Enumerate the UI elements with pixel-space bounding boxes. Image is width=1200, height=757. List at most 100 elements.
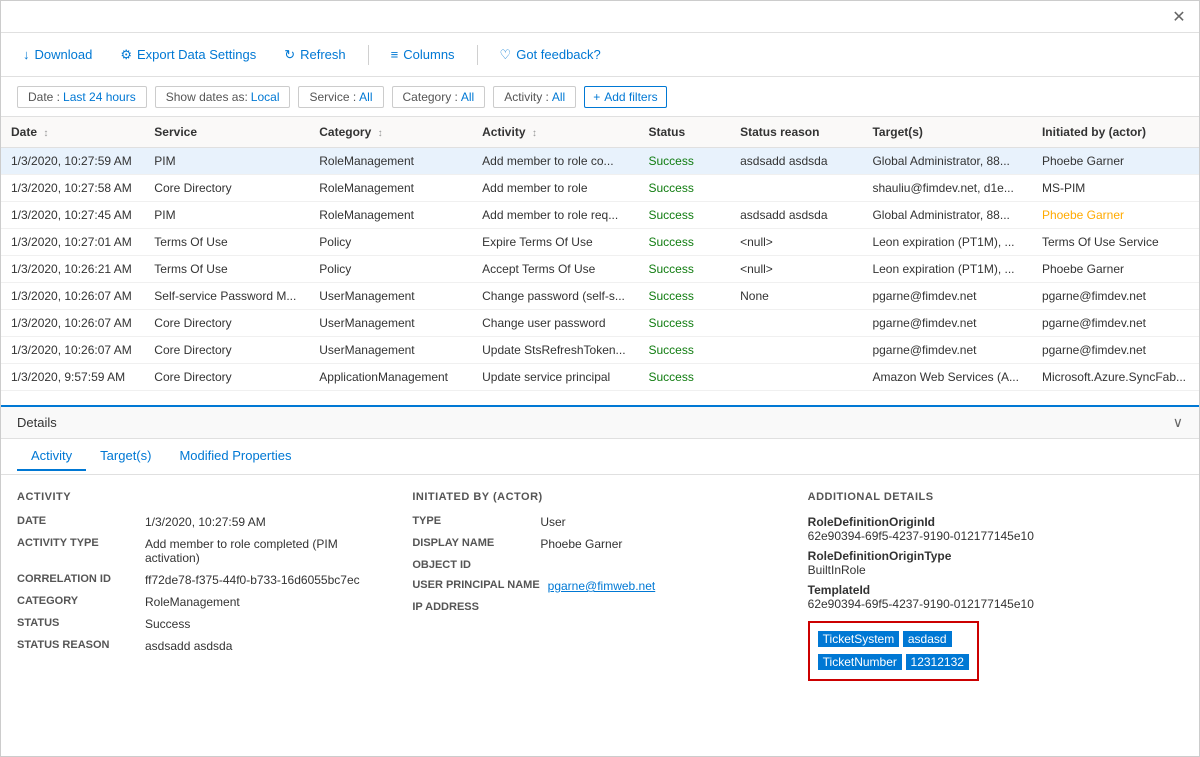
cell-date: 1/3/2020, 10:27:01 AM [1, 229, 144, 256]
col-header-service[interactable]: Service [144, 117, 309, 148]
cell-service: Terms Of Use [144, 256, 309, 283]
tab-activity[interactable]: Activity [17, 442, 86, 471]
cell-status: Success [639, 202, 731, 229]
close-button[interactable]: ✕ [1167, 5, 1191, 29]
tab-targets[interactable]: Target(s) [86, 442, 165, 471]
show-dates-filter[interactable]: Show dates as: Local [155, 86, 291, 108]
additional-section-title: ADDITIONAL DETAILS [808, 491, 1183, 503]
ticket-system-block: TicketSystem asdasd [818, 631, 969, 648]
activity-filter-value: All [552, 90, 565, 104]
table-row[interactable]: 1/3/2020, 10:27:58 AMCore DirectoryRoleM… [1, 175, 1199, 202]
table-row[interactable]: 1/3/2020, 10:27:01 AMTerms Of UsePolicyE… [1, 229, 1199, 256]
columns-label: Columns [403, 47, 454, 62]
cell-date: 1/3/2020, 10:27:59 AM [1, 148, 144, 175]
cell-status-reason: None [730, 283, 862, 310]
table-header-row: Date ↕ Service Category ↕ Activity ↕ [1, 117, 1199, 148]
col-header-category[interactable]: Category ↕ [309, 117, 472, 148]
feedback-button[interactable]: ♡ Got feedback? [494, 43, 607, 67]
cell-activity: Change user password [472, 310, 638, 337]
table-row[interactable]: 1/3/2020, 10:27:45 AMPIMRoleManagementAd… [1, 202, 1199, 229]
cell-date: 1/3/2020, 10:27:58 AM [1, 175, 144, 202]
tab-modified-properties[interactable]: Modified Properties [165, 442, 305, 471]
cell-activity: Update StsRefreshToken... [472, 337, 638, 364]
detail-type-row: TYPE User [412, 515, 787, 529]
add-filter-button[interactable]: + Add filters [584, 86, 666, 108]
template-id-block: TemplateId 62e90394-69f5-4237-9190-01217… [808, 583, 1183, 611]
service-filter[interactable]: Service : All [298, 86, 383, 108]
table-row[interactable]: 1/3/2020, 10:26:07 AMCore DirectoryUserM… [1, 337, 1199, 364]
col-header-status[interactable]: Status [639, 117, 731, 148]
cell-status-reason: asdsadd asdsda [730, 202, 862, 229]
table-area: Date ↕ Service Category ↕ Activity ↕ [1, 117, 1199, 407]
cell-service: Terms Of Use [144, 229, 309, 256]
template-id-value: 62e90394-69f5-4237-9190-012177145e10 [808, 597, 1183, 611]
cell-activity: Add member to role [472, 175, 638, 202]
separator1 [368, 45, 369, 65]
table-row[interactable]: 1/3/2020, 9:57:59 AMCore DirectoryApplic… [1, 364, 1199, 391]
cell-actor: Phoebe Garner [1032, 148, 1199, 175]
detail-display-name-row: DISPLAY NAME Phoebe Garner [412, 537, 787, 551]
table-row[interactable]: 1/3/2020, 10:26:07 AMCore DirectoryUserM… [1, 310, 1199, 337]
table-row[interactable]: 1/3/2020, 10:27:59 AMPIMRoleManagementAd… [1, 148, 1199, 175]
cell-targets: Leon expiration (PT1M), ... [862, 256, 1032, 283]
cell-service: Self-service Password M... [144, 283, 309, 310]
columns-button[interactable]: ≡ Columns [385, 43, 461, 66]
detail-type-value: User [540, 515, 565, 529]
cell-status-reason: <null> [730, 256, 862, 283]
col-header-targets[interactable]: Target(s) [862, 117, 1032, 148]
category-filter[interactable]: Category : All [392, 86, 486, 108]
activity-filter[interactable]: Activity : All [493, 86, 576, 108]
cell-date: 1/3/2020, 9:57:59 AM [1, 364, 144, 391]
cell-status-reason: <null> [730, 229, 862, 256]
details-label: Details [17, 415, 57, 430]
col-header-status-reason[interactable]: Status reason [730, 117, 862, 148]
cell-actor: MS-PIM [1032, 175, 1199, 202]
cell-service: Core Directory [144, 310, 309, 337]
ticket-system-value: asdasd [903, 631, 952, 647]
role-def-origin-type-label: RoleDefinitionOriginType [808, 549, 1183, 563]
col-header-date[interactable]: Date ↕ [1, 117, 144, 148]
main-content: Date ↕ Service Category ↕ Activity ↕ [1, 117, 1199, 756]
cell-date: 1/3/2020, 10:26:07 AM [1, 337, 144, 364]
role-def-origin-id-value: 62e90394-69f5-4237-9190-012177145e10 [808, 529, 1183, 543]
cell-status: Success [639, 283, 731, 310]
date-filter-label: Date : [28, 90, 60, 104]
detail-upn-value[interactable]: pgarne@fimweb.net [548, 579, 656, 593]
cell-category: RoleManagement [309, 148, 472, 175]
cell-status: Success [639, 175, 731, 202]
col-header-activity[interactable]: Activity ↕ [472, 117, 638, 148]
cell-status: Success [639, 256, 731, 283]
detail-correlation-row: CORRELATION ID ff72de78-f375-44f0-b733-1… [17, 573, 392, 587]
cell-actor: Microsoft.Azure.SyncFab... [1032, 364, 1199, 391]
col-header-actor[interactable]: Initiated by (actor) [1032, 117, 1199, 148]
table-row[interactable]: 1/3/2020, 10:26:21 AMTerms Of UsePolicyA… [1, 256, 1199, 283]
ticket-system-label: TicketSystem [818, 631, 900, 647]
refresh-button[interactable]: ↻ Refresh [278, 43, 351, 67]
cell-status-reason [730, 364, 862, 391]
download-button[interactable]: ↓ Download [17, 43, 98, 66]
cell-category: UserManagement [309, 283, 472, 310]
detail-status-row: STATUS Success [17, 617, 392, 631]
activity-section-title: ACTIVITY [17, 491, 392, 503]
cell-category: RoleManagement [309, 175, 472, 202]
cell-targets: shauliu@fimdev.net, d1e... [862, 175, 1032, 202]
columns-icon: ≡ [391, 47, 399, 62]
cell-category: RoleManagement [309, 202, 472, 229]
audit-table: Date ↕ Service Category ↕ Activity ↕ [1, 117, 1199, 391]
cell-status: Success [639, 364, 731, 391]
date-filter[interactable]: Date : Last 24 hours [17, 86, 147, 108]
initiated-col: INITIATED BY (ACTOR) TYPE User DISPLAY N… [412, 491, 807, 740]
export-label: Export Data Settings [137, 47, 256, 62]
cell-targets: pgarne@fimdev.net [862, 337, 1032, 364]
cell-activity: Expire Terms Of Use [472, 229, 638, 256]
cell-actor: pgarne@fimdev.net [1032, 283, 1199, 310]
service-filter-value: All [359, 90, 372, 104]
export-button[interactable]: ⚙ Export Data Settings [114, 43, 262, 67]
table-row[interactable]: 1/3/2020, 10:26:07 AMSelf-service Passwo… [1, 283, 1199, 310]
separator2 [477, 45, 478, 65]
cell-activity: Add member to role req... [472, 202, 638, 229]
cell-status: Success [639, 337, 731, 364]
details-collapse-button[interactable]: ∨ [1173, 414, 1183, 431]
activity-sort-icon: ↕ [532, 128, 537, 139]
details-content: ACTIVITY DATE 1/3/2020, 10:27:59 AM ACTI… [1, 475, 1199, 756]
